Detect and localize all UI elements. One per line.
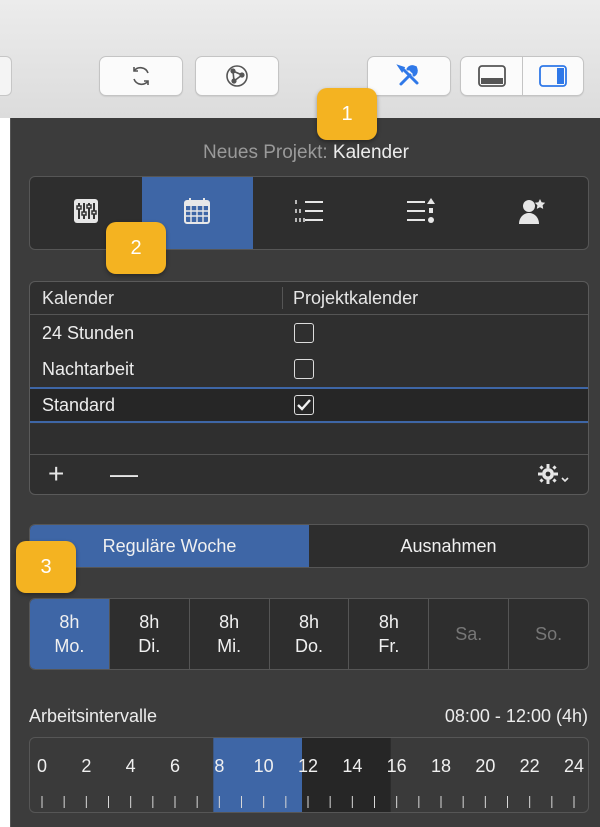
- callout-badge-1: 1: [317, 88, 377, 140]
- day-hours: 8h: [298, 612, 320, 632]
- day-sunday[interactable]: So.: [509, 599, 588, 669]
- panel-toggle-group: [460, 56, 584, 96]
- timeline-tick-label: 16: [387, 756, 407, 776]
- bottom-panel-button[interactable]: [461, 57, 523, 95]
- table-header: Kalender Projektkalender: [30, 282, 588, 315]
- window-toolbar: [0, 0, 600, 118]
- callout-badge-3: 3: [16, 541, 76, 593]
- day-hours: 8h: [219, 612, 240, 632]
- tab-resources[interactable]: [476, 177, 588, 249]
- work-intervals-label: Arbeitsintervalle: [29, 706, 158, 726]
- timeline-tick-label: 22: [520, 756, 540, 776]
- day-tuesday[interactable]: 8h Di.: [110, 599, 190, 669]
- timeline-tick-label: 4: [126, 756, 136, 776]
- list-icon: [292, 196, 326, 231]
- day-monday[interactable]: 8h Mo.: [30, 599, 110, 669]
- timeline-tick-label: 10: [254, 756, 274, 776]
- day-label: Sa.: [455, 624, 483, 644]
- tab-list[interactable]: [253, 177, 365, 249]
- title-prefix: Neues Projekt:: [203, 142, 328, 163]
- tab-sort-list[interactable]: [365, 177, 477, 249]
- timeline-tick-label: 24: [564, 756, 584, 776]
- project-calendar-checkbox[interactable]: [294, 359, 314, 379]
- calendar-name: Nachtarbeit: [42, 358, 135, 379]
- calendar-icon: [182, 196, 212, 231]
- gear-icon[interactable]: [536, 463, 572, 492]
- table-row-selected[interactable]: Standard: [30, 387, 588, 423]
- day-label: Di.: [138, 636, 161, 656]
- title-value: Kalender: [332, 142, 409, 163]
- table-footer: + —: [30, 454, 588, 494]
- resource-icon: [516, 196, 548, 231]
- column-header-calendar[interactable]: Kalender: [30, 287, 283, 309]
- sliders-icon: [71, 196, 101, 231]
- day-label: So.: [535, 624, 563, 644]
- timeline-tick-label: 2: [81, 756, 91, 776]
- remove-calendar-button[interactable]: —: [110, 459, 138, 489]
- project-calendar-checkbox[interactable]: [294, 395, 314, 415]
- table-empty-area: [30, 423, 588, 458]
- table-row[interactable]: 24 Stunden: [30, 315, 588, 351]
- day-label: Mo.: [54, 636, 85, 656]
- timeline-svg: 0 2 4 6 8 10 12 14 16 18 20 22 24: [37, 738, 584, 812]
- timeline-tick-label: 0: [37, 756, 47, 776]
- timeline-tick-label: 6: [170, 756, 180, 776]
- day-wednesday[interactable]: 8h Mi.: [190, 599, 270, 669]
- right-panel-icon: [538, 64, 568, 88]
- refresh-button[interactable]: [99, 56, 183, 96]
- day-label: Mi.: [217, 636, 242, 656]
- tools-button[interactable]: [367, 56, 451, 96]
- callout-badge-2: 2: [106, 222, 166, 274]
- toolbar-left-button[interactable]: [0, 56, 12, 96]
- network-icon: [224, 63, 250, 89]
- timeline-tick-label: 14: [342, 756, 362, 776]
- column-header-project-calendar[interactable]: Projektkalender: [283, 288, 418, 309]
- calendar-name: Standard: [42, 394, 116, 415]
- calendar-name: 24 Stunden: [42, 322, 135, 343]
- day-thursday[interactable]: 8h Do.: [270, 599, 350, 669]
- add-calendar-button[interactable]: +: [48, 459, 64, 489]
- timeline-tick-label: 20: [475, 756, 495, 776]
- tools-icon: [394, 61, 424, 91]
- inspector-panel: Neues Projekt: Kalender Kalender Projekt…: [10, 118, 600, 827]
- day-hours: 8h: [59, 612, 80, 632]
- project-title: Neues Projekt: Kalender: [11, 142, 600, 164]
- refresh-icon: [129, 64, 153, 88]
- table-row[interactable]: Nachtarbeit: [30, 351, 588, 387]
- sort-list-icon: [404, 196, 438, 231]
- day-friday[interactable]: 8h Fr.: [349, 599, 430, 669]
- weekday-selector: 8h Mo. 8h Di. 8h Mi. 8h Do. 8h Fr. Sa. S…: [29, 598, 589, 670]
- timeline-tick-label: 18: [431, 756, 451, 776]
- day-hours: 8h: [378, 612, 399, 632]
- work-intervals-value: 08:00 - 12:00 (4h): [444, 706, 588, 726]
- calendar-table: Kalender Projektkalender 24 Stunden Nach…: [29, 281, 589, 495]
- right-panel-button[interactable]: [523, 57, 583, 95]
- day-label: Fr.: [378, 636, 400, 656]
- tab-exceptions[interactable]: Ausnahmen: [309, 525, 588, 567]
- work-interval-timeline[interactable]: 0 2 4 6 8 10 12 14 16 18 20 22 24: [29, 737, 589, 813]
- checkmark-icon: [297, 395, 311, 416]
- project-calendar-checkbox[interactable]: [294, 323, 314, 343]
- day-hours: 8h: [139, 612, 160, 632]
- timeline-tick-label: 12: [298, 756, 318, 776]
- network-button[interactable]: [195, 56, 279, 96]
- bottom-panel-icon: [477, 64, 507, 88]
- day-label: Do.: [295, 636, 324, 656]
- timeline-tick-label: 8: [214, 756, 224, 776]
- week-mode-tabs: Reguläre Woche Ausnahmen: [29, 524, 589, 568]
- day-saturday[interactable]: Sa.: [429, 599, 510, 669]
